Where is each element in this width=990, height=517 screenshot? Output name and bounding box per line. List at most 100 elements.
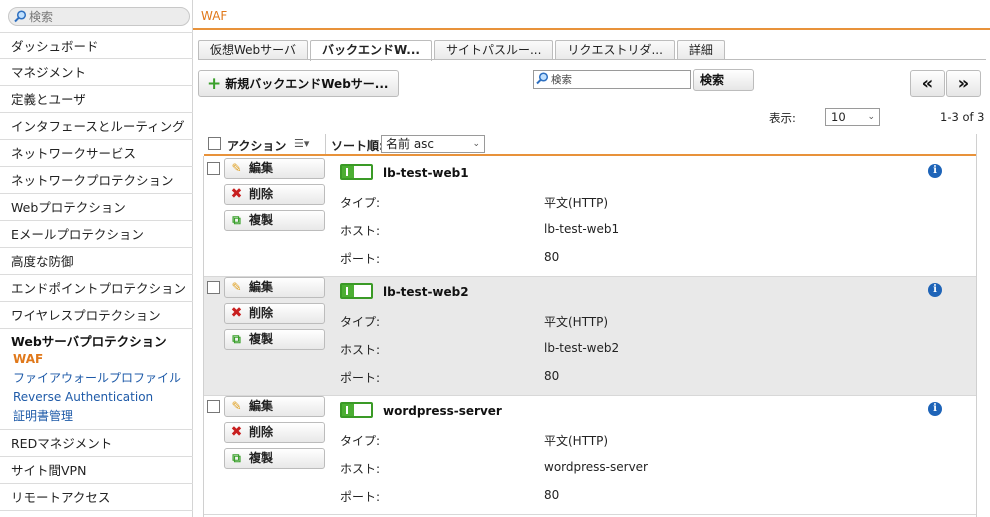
copy-icon: ⧉ — [232, 332, 241, 346]
column-menu-icon[interactable]: ☰▾ — [294, 137, 309, 150]
nav-advanced-threat[interactable]: 高度な防御 — [0, 248, 193, 275]
sidebar-search[interactable] — [8, 7, 190, 26]
nav-sub-certificate-management[interactable]: 証明書管理 — [0, 407, 193, 426]
copy-icon: ⧉ — [232, 213, 241, 227]
toggle-on-indicator — [342, 404, 354, 416]
prev-page-button[interactable]: « — [910, 70, 945, 97]
tab-site-path-routing[interactable]: サイトパスルー... — [433, 40, 554, 60]
header-divider — [325, 134, 326, 154]
type-value: 平文(HTTP) — [544, 196, 609, 210]
nav-site-to-site-vpn[interactable]: サイト間VPN — [0, 457, 193, 484]
sidebar-search-input[interactable] — [29, 9, 179, 24]
nav-webserver-protection[interactable]: Webサーバプロテクション — [0, 334, 193, 350]
chevron-down-icon: ⌄ — [472, 139, 480, 149]
x-icon: ✖ — [230, 186, 243, 202]
nav-sub-waf[interactable]: WAF — [0, 350, 193, 369]
host-label: ホスト: — [340, 224, 381, 238]
enable-toggle[interactable] — [340, 164, 373, 180]
nav-network-protection[interactable]: ネットワークプロテクション — [0, 167, 193, 194]
delete-label: 削除 — [249, 306, 274, 320]
pencil-icon: ✎ — [231, 161, 242, 175]
per-page-select[interactable]: 10 ⌄ — [825, 108, 880, 126]
nav-web-protection[interactable]: Webプロテクション — [0, 194, 193, 221]
copy-button[interactable]: ⧉ 複製 — [224, 329, 325, 350]
nav-interfaces-routing[interactable]: インタフェースとルーティング — [0, 113, 193, 140]
nav-management[interactable]: マネジメント — [0, 59, 193, 86]
nav-group-webserver-protection: Webサーバプロテクション WAF ファイアウォールプロファイル Reverse… — [0, 329, 193, 430]
top-bar: WAF — [193, 0, 990, 30]
item-name: lb-test-web2 — [383, 285, 469, 299]
nav-email-protection[interactable]: Eメールプロテクション — [0, 221, 193, 248]
tab-bar: 仮想Webサーバ バックエンドW... サイトパスルー... リクエストリダ..… — [198, 40, 725, 61]
copy-label: 複製 — [249, 332, 274, 346]
select-all-checkbox[interactable] — [208, 137, 221, 150]
info-icon[interactable]: i — [928, 402, 942, 416]
sort-value: 名前 asc — [386, 137, 435, 151]
new-backend-button-label: 新規バックエンドWebサー... — [225, 77, 389, 91]
row-checkbox[interactable] — [207, 400, 220, 413]
delete-button[interactable]: ✖ 削除 — [224, 422, 325, 443]
list-header: アクション ☰▾ ソート順: 名前 asc ⌄ — [204, 134, 976, 156]
per-page-value: 10 — [831, 110, 846, 124]
row-checkbox[interactable] — [207, 281, 220, 294]
port-label: ポート: — [340, 252, 381, 266]
info-icon[interactable]: i — [928, 164, 942, 178]
toggle-on-indicator — [342, 285, 354, 297]
nav-sub-reverse-authentication[interactable]: Reverse Authentication — [0, 388, 193, 407]
tab-advanced[interactable]: 詳細 — [676, 40, 725, 60]
list-search-input[interactable] — [551, 72, 687, 87]
port-value: 80 — [544, 369, 560, 383]
info-icon[interactable]: i — [928, 283, 942, 297]
enable-toggle[interactable] — [340, 283, 373, 299]
tab-virtual-webservers[interactable]: 仮想Webサーバ — [198, 40, 309, 60]
magnifier-icon — [536, 72, 549, 85]
edit-button[interactable]: ✎ 編集 — [224, 396, 325, 417]
nav-dashboard[interactable]: ダッシュボード — [0, 32, 193, 59]
delete-label: 削除 — [249, 425, 274, 439]
copy-label: 複製 — [249, 213, 274, 227]
type-label: タイプ: — [340, 315, 381, 329]
tab-divider — [198, 59, 986, 60]
nav-sub-firewall-profiles[interactable]: ファイアウォールプロファイル — [0, 369, 193, 388]
host-label: ホスト: — [340, 462, 381, 476]
copy-button[interactable]: ⧉ 複製 — [224, 448, 325, 469]
nav-definitions-users[interactable]: 定義とユーザ — [0, 86, 193, 113]
item-name: lb-test-web1 — [383, 166, 469, 180]
action-column-label: アクション — [227, 139, 287, 153]
copy-button[interactable]: ⧉ 複製 — [224, 210, 325, 231]
result-range: 1-3 of 3 — [940, 110, 985, 124]
nav-remote-access[interactable]: リモートアクセス — [0, 484, 193, 511]
x-icon: ✖ — [230, 305, 243, 321]
type-value: 平文(HTTP) — [544, 434, 609, 448]
type-label: タイプ: — [340, 434, 381, 448]
row-checkbox[interactable] — [207, 162, 220, 175]
nav-network-services[interactable]: ネットワークサービス — [0, 140, 193, 167]
item-name: wordpress-server — [383, 404, 502, 418]
toggle-on-indicator — [342, 166, 354, 178]
sort-select[interactable]: 名前 asc ⌄ — [381, 135, 485, 153]
host-label: ホスト: — [340, 343, 381, 357]
pencil-icon: ✎ — [231, 280, 242, 294]
list-search-box[interactable] — [533, 70, 691, 89]
search-button[interactable]: 検索 — [693, 69, 754, 91]
edit-button[interactable]: ✎ 編集 — [224, 277, 325, 298]
delete-label: 削除 — [249, 187, 274, 201]
delete-button[interactable]: ✖ 削除 — [224, 303, 325, 324]
new-backend-webserver-button[interactable]: + 新規バックエンドWebサー... — [198, 70, 399, 97]
edit-label: 編集 — [249, 280, 274, 294]
tab-backend-webservers[interactable]: バックエンドW... — [310, 40, 432, 61]
enable-toggle[interactable] — [340, 402, 373, 418]
edit-label: 編集 — [249, 399, 274, 413]
nav-red-management[interactable]: REDマネジメント — [0, 430, 193, 457]
plus-icon: + — [207, 74, 222, 94]
nav-wireless-protection[interactable]: ワイヤレスプロテクション — [0, 302, 193, 329]
host-value: lb-test-web2 — [544, 341, 620, 355]
next-page-button[interactable]: » — [946, 70, 981, 97]
nav-endpoint-protection[interactable]: エンドポイントプロテクション — [0, 275, 193, 302]
port-value: 80 — [544, 488, 560, 502]
delete-button[interactable]: ✖ 削除 — [224, 184, 325, 205]
x-icon: ✖ — [230, 424, 243, 440]
tab-request-redirect[interactable]: リクエストリダ... — [555, 40, 675, 60]
edit-button[interactable]: ✎ 編集 — [224, 158, 325, 179]
backend-webserver-list: ✎ 編集 ✖ 削除 ⧉ 複製 lb-test-web1 i タイプ: 平文(HTTP)… — [204, 158, 976, 515]
